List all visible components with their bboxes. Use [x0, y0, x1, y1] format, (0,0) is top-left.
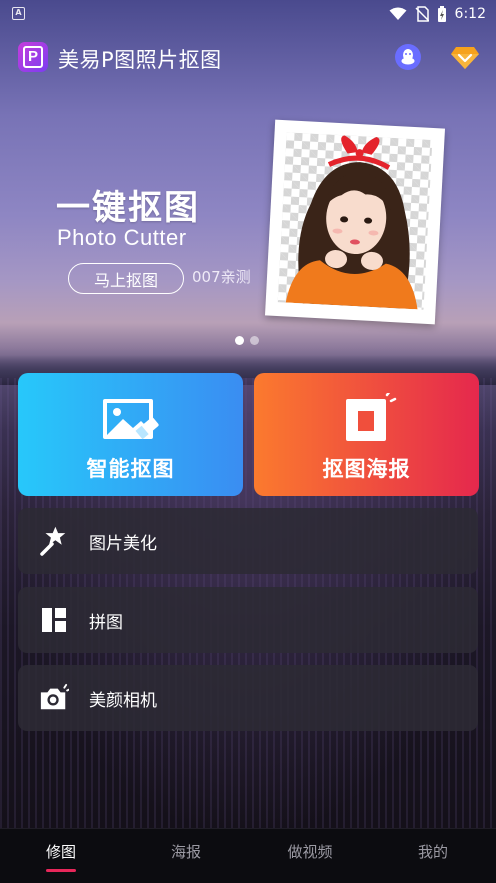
image-eraser-icon: [101, 393, 161, 445]
qq-icon[interactable]: [395, 44, 421, 70]
app-title: 美易P图照片抠图: [58, 48, 222, 72]
banner-subtitle: Photo Cutter: [57, 225, 187, 250]
tab-poster[interactable]: 海报: [146, 841, 226, 862]
smart-cutout-label: 智能抠图: [86, 457, 175, 481]
app-bar: P 美易P图照片抠图: [0, 40, 496, 76]
beauty-camera-row[interactable]: 美颜相机: [18, 665, 478, 731]
page-dot[interactable]: [250, 336, 259, 345]
banner-note: 007亲测: [192, 268, 251, 286]
smart-cutout-button[interactable]: 智能抠图: [18, 373, 243, 496]
cutout-now-button[interactable]: 马上抠图: [68, 263, 184, 294]
cutout-poster-label: 抠图海报: [322, 457, 411, 481]
status-bar: A 6:12: [0, 0, 496, 30]
bottom-navigation: 修图 海报 做视频 我的: [0, 828, 496, 883]
wifi-icon: [389, 7, 407, 20]
photo-beautify-row[interactable]: 图片美化: [18, 508, 478, 574]
beauty-camera-label: 美颜相机: [89, 690, 157, 711]
camera-icon: [39, 683, 69, 713]
battery-charging-icon: [437, 5, 446, 22]
page-dot[interactable]: [235, 336, 244, 345]
banner-page-indicator: [235, 336, 259, 345]
collage-grid-icon: [39, 605, 69, 635]
notification-app-icon: A: [12, 7, 25, 20]
collage-row[interactable]: 拼图: [18, 587, 478, 653]
banner-title: 一键抠图: [56, 188, 200, 228]
clock-time: 6:12: [454, 6, 486, 22]
photo-beautify-label: 图片美化: [89, 533, 157, 554]
poster-frame-icon: [337, 393, 397, 445]
collage-label: 拼图: [89, 612, 123, 633]
magic-wand-icon: [39, 526, 69, 556]
portrait-image: [277, 132, 433, 310]
tab-make-video[interactable]: 做视频: [270, 841, 350, 862]
cutout-poster-button[interactable]: 抠图海报: [254, 373, 479, 496]
no-sim-icon: [415, 6, 429, 22]
active-tab-indicator: [46, 869, 76, 872]
app-logo-icon: P: [18, 42, 48, 72]
vip-diamond-icon[interactable]: [450, 46, 480, 70]
banner-photo-frame: [264, 119, 446, 325]
tab-profile[interactable]: 我的: [393, 841, 473, 862]
tab-retouch[interactable]: 修图: [21, 841, 101, 862]
